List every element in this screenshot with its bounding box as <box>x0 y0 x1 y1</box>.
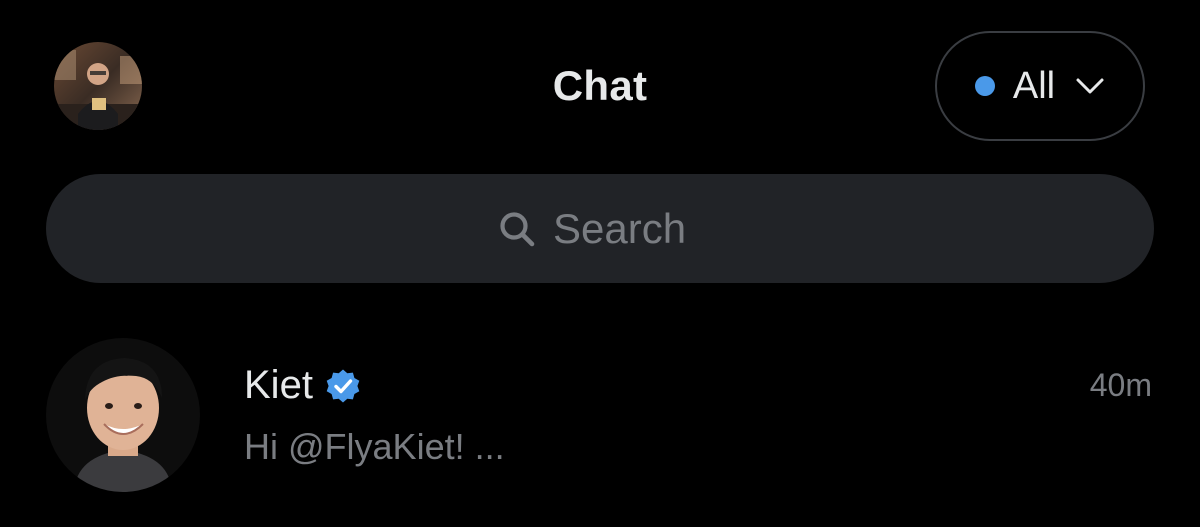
contact-name-group: Kiet <box>244 363 361 408</box>
filter-label: All <box>1012 64 1056 107</box>
contact-avatar[interactable] <box>46 338 200 492</box>
chevron-down-icon <box>1076 78 1104 94</box>
filter-status-dot <box>974 76 995 96</box>
contact-name: Kiet <box>244 363 313 407</box>
conversation-row[interactable]: Kiet 40m Hi @FlyaKiet! ... <box>0 330 1200 500</box>
search-bar[interactable] <box>46 174 1154 283</box>
filter-dropdown-button[interactable]: All <box>935 31 1145 141</box>
verified-badge-icon <box>326 369 360 402</box>
search-input[interactable] <box>553 204 703 253</box>
message-preview: Hi @FlyaKiet! ... <box>244 426 505 467</box>
chat-screen: Chat All Search Kiet 40m Hi @FlyaKiet! .… <box>0 0 1200 527</box>
contact-photo-icon <box>46 338 200 492</box>
search-icon <box>500 211 535 246</box>
message-timestamp: 40m <box>1089 367 1152 403</box>
